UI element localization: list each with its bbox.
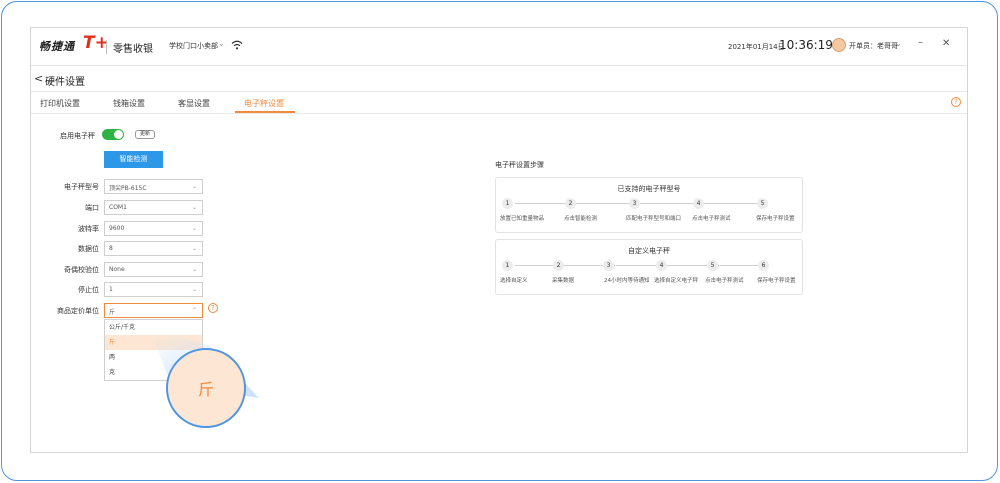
stop-bits-select[interactable]: 1 ⌄ [104,282,203,297]
smart-detect-button[interactable]: 智能检测 [104,151,163,168]
page-title: 硬件设置 [45,77,85,88]
enable-scale-toggle[interactable] [102,129,124,140]
callout-text: 斤 [197,380,214,399]
store-selector[interactable]: 学校门口小卖部 [169,41,218,51]
step-label: 选择自定义电子秤 [654,278,699,284]
select-value: COM1 [109,204,127,211]
select-value: 1 [109,286,113,293]
enable-scale-label: 启用电子秤 [60,132,95,140]
chevron-up-icon: ⌃ [191,307,197,314]
card-title: 已支持的电子秤型号 [617,185,681,193]
title-bar: 畅捷通 T+ 零售收银 学校门口小卖部 ⌄ 2021年01月14日 10:36:… [31,28,967,66]
step-label: 放置已知重量物品 [500,216,545,222]
step-number: 4 [693,198,704,209]
step-number: 5 [757,198,768,209]
minimize-button[interactable]: – [918,37,923,48]
step-label: 保存电子秤设置 [756,216,795,222]
pricing-unit-select[interactable]: 斤 ⌃ [104,303,203,318]
step-number: 4 [656,260,667,271]
step-label: 点击智能检测 [564,216,598,222]
step-label: 点击电子秤测试 [705,278,744,284]
app-window: 畅捷通 T+ 零售收银 学校门口小卖部 ⌄ 2021年01月14日 10:36:… [30,27,968,453]
tab-cash-drawer[interactable]: 钱箱设置 [113,98,145,109]
select-value: 顶尖PB-615C [109,185,147,192]
step-label: 24小时内等待通知 [604,278,650,284]
brand-logo: T+ [83,33,109,53]
step-label: 点击电子秤测试 [692,216,731,222]
field-label: 商品定价单位 [57,307,99,315]
step-label: 保存电子秤设置 [757,278,796,284]
scale-model-select[interactable]: 顶尖PB-615C ⌄ [104,179,203,194]
step-label: 匹配电子秤型号和端口 [626,216,682,222]
select-value: 9600 [109,225,125,232]
chevron-down-icon: ⌄ [191,286,197,293]
divider [31,113,967,114]
select-value: 斤 [109,309,116,316]
tab-printer[interactable]: 打印机设置 [40,98,80,109]
field-label: 端口 [85,204,99,212]
step-number: 3 [629,198,640,209]
parity-select[interactable]: None ⌄ [104,262,203,277]
data-bits-select[interactable]: 8 ⌄ [104,241,203,256]
help-icon[interactable]: ? [951,97,961,107]
wifi-icon [231,40,243,50]
chevron-down-icon: ⌄ [191,183,197,190]
current-date: 2021年01月14日 [728,43,785,51]
select-value: 8 [109,245,113,252]
field-label: 数据位 [78,245,99,253]
step-number: 2 [553,260,564,271]
chevron-down-icon[interactable]: ⌄ [218,39,225,48]
field-label: 奇偶校验位 [64,266,99,274]
close-button[interactable]: ✕ [942,38,950,49]
step-number: 2 [565,198,576,209]
field-label: 波特率 [78,225,99,233]
field-label: 电子秤型号 [64,183,99,191]
divider [31,91,967,92]
step-number: 5 [707,260,718,271]
chevron-down-icon: ⌄ [191,225,197,232]
custom-steps-card: 自定义电子秤 1 2 3 4 5 6 选择自定义 采集数据 24小时内等待通知 … [495,239,803,295]
select-value: None [109,266,125,273]
step-label: 采集数据 [552,278,575,284]
tab-customer-display[interactable]: 客显设置 [178,98,210,109]
step-number: 6 [758,260,769,271]
cashier-name[interactable]: 开单员：老哥哥 [849,41,898,51]
field-label: 停止位 [78,286,99,294]
chevron-down-icon: ⌄ [191,266,197,273]
step-number: 1 [502,260,513,271]
brand-divider [106,40,107,54]
back-button[interactable]: < [34,72,43,85]
product-name: 零售收银 [113,44,153,55]
toggle-knob [114,130,123,139]
tab-scale[interactable]: 电子秤设置 [244,98,284,109]
chevron-down-icon: ⌄ [191,245,197,252]
supported-steps-card: 已支持的电子秤型号 1 2 3 4 5 放置已知重量物品 点击智能检测 匹配电子… [495,177,803,233]
card-title: 自定义电子秤 [628,247,670,255]
help-icon[interactable]: ? [208,303,218,313]
brand-name: 畅捷通 [39,40,75,53]
step-number: 3 [603,260,614,271]
step-number: 1 [502,198,513,209]
baud-rate-select[interactable]: 9600 ⌄ [104,221,203,236]
chevron-down-icon: ⌄ [191,204,197,211]
current-time: 10:36:19 [779,38,833,52]
update-button[interactable]: 更新 [135,130,155,139]
avatar[interactable] [832,38,846,52]
chevron-down-icon[interactable]: ⌄ [895,39,902,48]
step-label: 选择自定义 [500,278,528,284]
steps-title: 电子秤设置步骤 [495,161,544,169]
port-select[interactable]: COM1 ⌄ [104,200,203,215]
zoom-callout: 斤 [166,348,246,428]
